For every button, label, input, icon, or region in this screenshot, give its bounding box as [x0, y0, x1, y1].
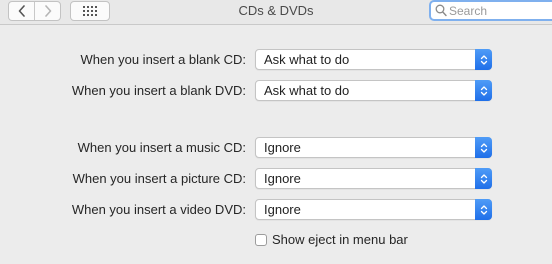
video-dvd-popup[interactable]: Ignore [255, 199, 492, 220]
search-icon [435, 4, 447, 17]
blank-cd-value: Ask what to do [264, 52, 350, 67]
popup-arrows-icon [475, 199, 492, 220]
video-dvd-label: When you insert a video DVD: [71, 202, 246, 217]
picture-cd-value: Ignore [264, 171, 301, 186]
picture-cd-popup[interactable]: Ignore [255, 168, 492, 189]
blank-dvd-value: Ask what to do [264, 83, 350, 98]
popup-arrows-icon [475, 137, 492, 158]
blank-dvd-popup[interactable]: Ask what to do [255, 80, 492, 101]
popup-arrows-icon [475, 80, 492, 101]
video-dvd-value: Ignore [264, 202, 301, 217]
show-eject-option[interactable]: Show eject in menu bar [255, 232, 408, 247]
picture-cd-label: When you insert a picture CD: [72, 171, 246, 186]
popup-arrows-icon [475, 168, 492, 189]
popup-arrows-icon [475, 49, 492, 70]
music-cd-popup[interactable]: Ignore [255, 137, 492, 158]
blank-cd-popup[interactable]: Ask what to do [255, 49, 492, 70]
blank-cd-label: When you insert a blank CD: [80, 52, 246, 67]
toolbar: CDs & DVDs [0, 0, 552, 25]
show-eject-label: Show eject in menu bar [272, 232, 408, 247]
music-cd-value: Ignore [264, 140, 301, 155]
show-eject-checkbox[interactable] [255, 233, 267, 246]
search-field[interactable] [429, 0, 552, 21]
search-input[interactable] [449, 2, 549, 19]
blank-dvd-label: When you insert a blank DVD: [71, 83, 246, 98]
music-cd-label: When you insert a music CD: [77, 140, 246, 155]
